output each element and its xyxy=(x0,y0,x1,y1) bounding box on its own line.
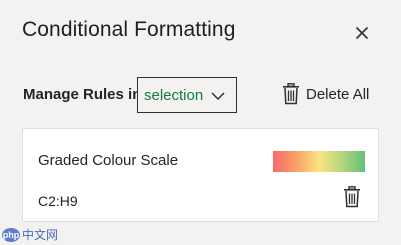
watermark-text: 中文网 xyxy=(22,228,59,242)
rule-card[interactable]: Graded Colour Scale C2:H9 xyxy=(22,128,379,222)
delete-all-button[interactable]: Delete All xyxy=(282,81,369,107)
chevron-down-icon xyxy=(211,92,225,101)
manage-rules-label: Manage Rules in xyxy=(23,86,142,103)
pane-title: Conditional Formatting xyxy=(22,18,236,41)
colour-scale-preview xyxy=(273,151,365,172)
delete-rule-button[interactable] xyxy=(343,186,361,208)
rule-range: C2:H9 xyxy=(38,193,78,209)
rule-name: Graded Colour Scale xyxy=(38,152,179,169)
trash-icon xyxy=(283,83,299,105)
conditional-formatting-pane: Conditional Formatting Manage Rules in s… xyxy=(0,0,401,245)
watermark-logo: php xyxy=(2,227,20,242)
scope-selected-value: selection xyxy=(144,86,204,104)
close-icon xyxy=(355,26,369,40)
manage-rules-scope-dropdown[interactable]: selection xyxy=(137,77,237,113)
close-button[interactable] xyxy=(350,21,374,45)
trash-icon xyxy=(344,186,360,208)
delete-all-label: Delete All xyxy=(306,85,370,103)
watermark: php 中文网 xyxy=(2,226,58,243)
